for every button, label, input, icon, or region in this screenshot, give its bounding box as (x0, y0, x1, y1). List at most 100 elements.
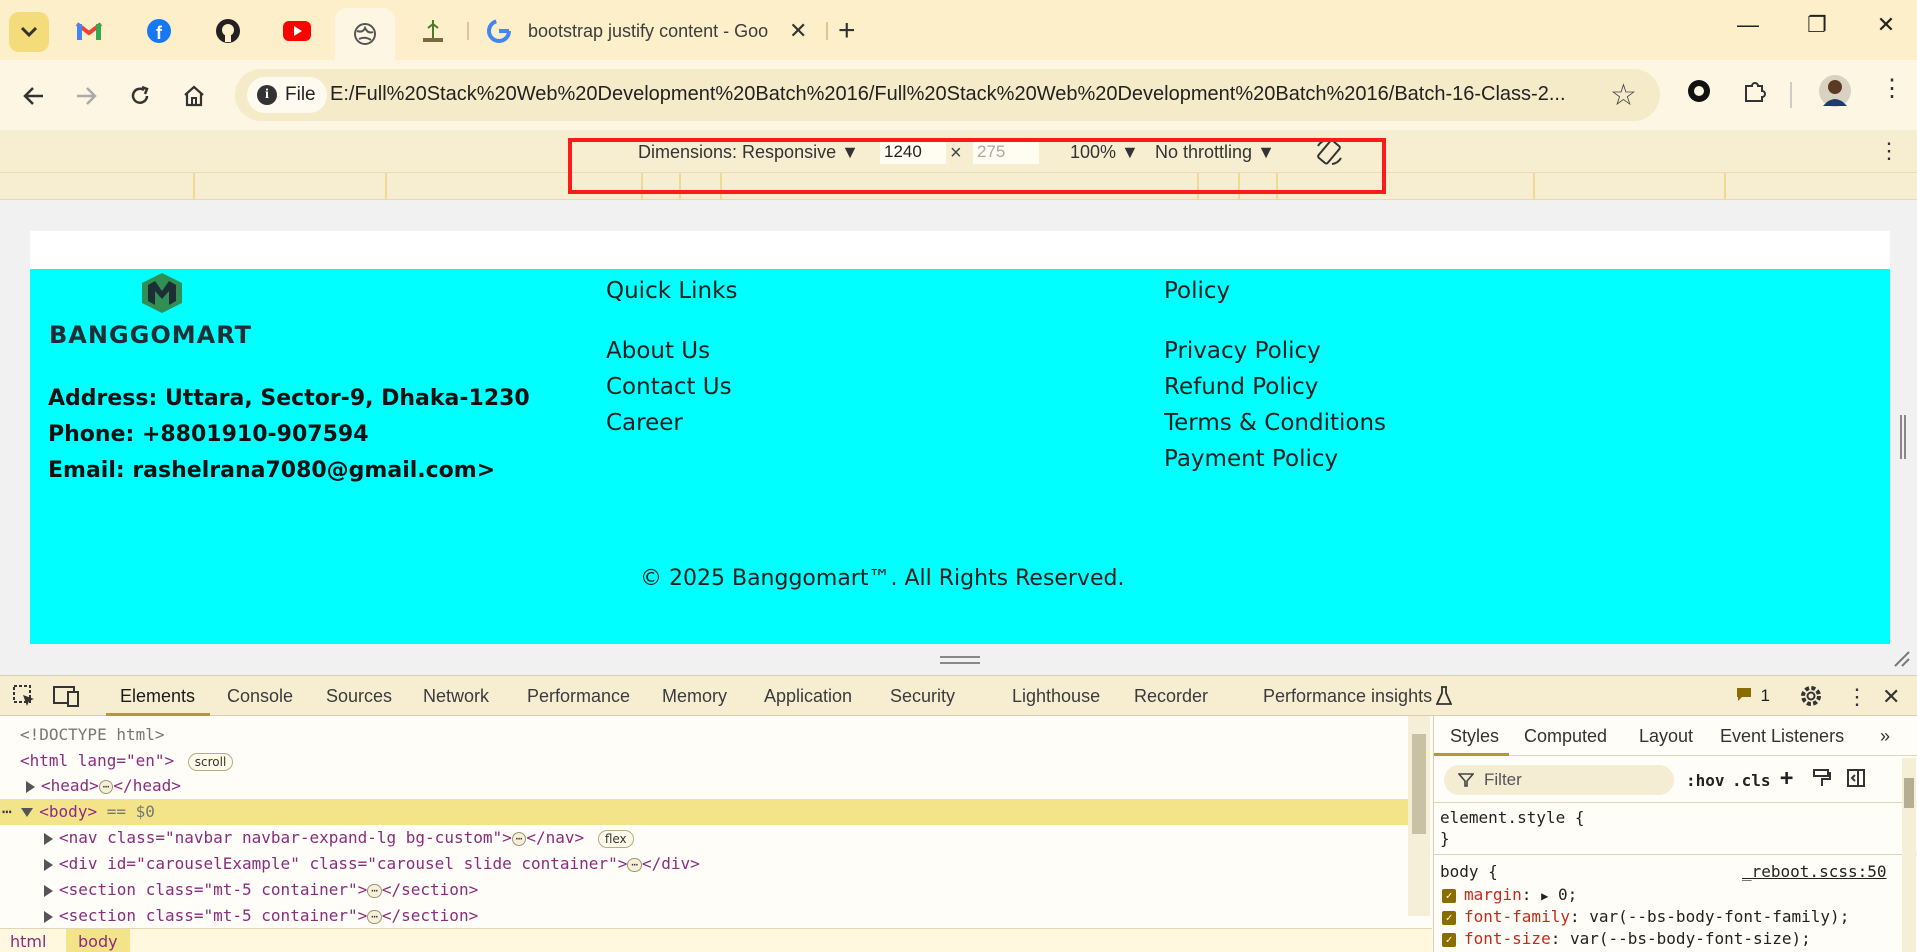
footer-link-payment[interactable]: Payment Policy (1164, 446, 1338, 472)
tab-search-button[interactable] (9, 12, 49, 52)
checkbox-checked-icon[interactable]: ✓ (1442, 910, 1456, 925)
ellipsis-badge[interactable]: ⋯ (98, 779, 114, 794)
css-rule-font-family[interactable]: ✓ font-family: var(--bs-body-font-family)… (1442, 907, 1849, 926)
extensions-puzzle-icon[interactable] (1742, 78, 1768, 109)
dom-doctype[interactable]: <!DOCTYPE html> (0, 722, 1410, 748)
ellipsis-badge[interactable]: ⋯ (367, 909, 382, 924)
styles-filter-input[interactable]: Filter (1444, 765, 1674, 795)
css-rule-font-size[interactable]: ✓ font-size: var(--bs-body-font-size); (1442, 929, 1811, 948)
tab-layout[interactable]: Layout (1639, 726, 1693, 747)
tab-computed[interactable]: Computed (1524, 726, 1607, 747)
expand-arrow-icon[interactable]: ▶ (1541, 889, 1548, 903)
breadcrumb-html[interactable]: html (10, 932, 46, 951)
ellipsis-badge[interactable]: ⋯ (627, 857, 642, 872)
flex-badge[interactable]: flex (597, 829, 634, 848)
footer-link-contact[interactable]: Contact Us (606, 374, 732, 400)
viewport-right-resize-handle[interactable] (1900, 415, 1906, 459)
close-tab-icon[interactable]: ✕ (789, 18, 807, 44)
tab-facebook[interactable]: f (144, 16, 174, 46)
styles-scrollbar[interactable] (1902, 758, 1916, 952)
elements-scrollbar[interactable] (1408, 716, 1430, 916)
tab-local-file[interactable] (335, 8, 395, 60)
tab-memory[interactable]: Memory (662, 686, 727, 707)
tab-event-listeners[interactable]: Event Listeners (1720, 726, 1844, 747)
home-button[interactable] (176, 78, 212, 114)
tab-security[interactable]: Security (890, 686, 955, 707)
collapse-arrow-icon[interactable] (21, 808, 34, 817)
device-toggle-icon[interactable] (52, 684, 80, 713)
scroll-badge[interactable]: scroll (187, 752, 234, 771)
tab-gmail[interactable] (74, 16, 104, 46)
breadcrumb-body[interactable]: body (66, 929, 130, 952)
body-rule-selector[interactable]: body { (1440, 862, 1498, 881)
tab-recorder[interactable]: Recorder (1134, 686, 1208, 707)
tab-youtube[interactable] (282, 16, 312, 46)
reload-button[interactable] (122, 78, 158, 114)
issues-counter[interactable]: 1 (1736, 686, 1770, 707)
rule-source-link[interactable]: _reboot.scss:50 (1742, 862, 1887, 881)
restore-button[interactable]: ❐ (1797, 12, 1837, 38)
viewport-bottom-resize-handle[interactable] (940, 654, 980, 666)
tab-google-search[interactable]: bootstrap justify content - Goo ✕ (478, 8, 818, 54)
expand-arrow-icon[interactable] (44, 832, 53, 845)
dom-html[interactable]: <html lang="en"> scroll (0, 748, 1410, 774)
minimize-button[interactable]: — (1728, 12, 1768, 38)
device-toolbar-more-icon[interactable]: ⋮ (1878, 138, 1900, 164)
dom-nav[interactable]: <nav class="navbar navbar-expand-lg bg-c… (0, 825, 1410, 851)
new-rule-plus-icon[interactable]: + (1780, 766, 1793, 791)
forward-button[interactable] (68, 78, 104, 114)
more-actions-icon[interactable]: ⋯ (2, 802, 12, 821)
hover-state-toggle[interactable]: :hov (1686, 771, 1725, 790)
close-devtools-icon[interactable]: ✕ (1882, 684, 1900, 710)
footer-link-about[interactable]: About Us (606, 338, 710, 364)
ellipsis-badge[interactable]: ⋯ (511, 831, 527, 846)
tab-elements[interactable]: Elements (120, 686, 195, 707)
element-style-selector[interactable]: element.style { (1440, 808, 1585, 827)
scrollbar-thumb[interactable] (1904, 778, 1914, 808)
tab-sources[interactable]: Sources (326, 686, 392, 707)
dom-head[interactable]: <head> ⋯ </head> (0, 773, 1410, 799)
dom-body-selected[interactable]: ⋯ <body> == $0 (0, 799, 1410, 825)
tab-github[interactable] (213, 16, 243, 46)
checkbox-checked-icon[interactable]: ✓ (1442, 932, 1456, 947)
dom-section-2[interactable]: <section class="mt-5 container"> ⋯ </secti… (0, 903, 1410, 929)
tab-console[interactable]: Console (227, 686, 293, 707)
tab-other[interactable] (418, 16, 448, 46)
tab-application[interactable]: Application (764, 686, 852, 707)
paint-roller-icon[interactable] (1812, 768, 1832, 792)
footer-link-privacy[interactable]: Privacy Policy (1164, 338, 1321, 364)
css-rule-margin[interactable]: ✓ margin: ▶ 0; (1442, 885, 1577, 904)
site-info-chip[interactable]: i File (247, 77, 327, 113)
tab-network[interactable]: Network (423, 686, 489, 707)
dom-carousel-div[interactable]: <div id="carouselExample" class="carouse… (0, 851, 1410, 877)
tab-performance[interactable]: Performance (527, 686, 630, 707)
tab-lighthouse[interactable]: Lighthouse (1012, 686, 1100, 707)
viewport-corner-resize-handle[interactable] (1893, 650, 1911, 668)
class-toggle[interactable]: .cls (1732, 771, 1771, 790)
inspect-element-icon[interactable] (12, 684, 36, 713)
back-button[interactable] (16, 78, 52, 114)
settings-gear-icon[interactable] (1799, 684, 1823, 713)
new-tab-button[interactable]: + (838, 14, 856, 48)
bookmark-star-icon[interactable]: ☆ (1610, 78, 1637, 113)
footer-link-career[interactable]: Career (606, 410, 683, 436)
tab-styles[interactable]: Styles (1450, 726, 1499, 747)
expand-arrow-icon[interactable] (44, 910, 53, 923)
devtools-more-icon[interactable]: ⋮ (1846, 684, 1868, 710)
footer-link-terms[interactable]: Terms & Conditions (1164, 410, 1386, 436)
checkbox-checked-icon[interactable]: ✓ (1442, 888, 1456, 903)
tab-performance-insights[interactable]: Performance insights (1263, 686, 1432, 707)
browser-menu-icon[interactable]: ⋮ (1880, 74, 1904, 103)
scrollbar-thumb[interactable] (1412, 734, 1426, 834)
ellipsis-badge[interactable]: ⋯ (367, 883, 382, 898)
toggle-sidebar-icon[interactable] (1846, 768, 1866, 792)
more-tabs-chevron-icon[interactable]: » (1880, 726, 1890, 747)
address-bar[interactable]: i File E:/Full%20Stack%20Web%20Developme… (235, 69, 1660, 121)
expand-arrow-icon[interactable] (44, 858, 53, 871)
expand-arrow-icon[interactable] (26, 780, 35, 793)
close-window-button[interactable]: ✕ (1866, 12, 1906, 38)
footer-link-refund[interactable]: Refund Policy (1164, 374, 1318, 400)
extension-circle-icon[interactable] (1686, 78, 1712, 109)
expand-arrow-icon[interactable] (44, 884, 53, 897)
dom-section-1[interactable]: <section class="mt-5 container"> ⋯ </secti… (0, 877, 1410, 903)
